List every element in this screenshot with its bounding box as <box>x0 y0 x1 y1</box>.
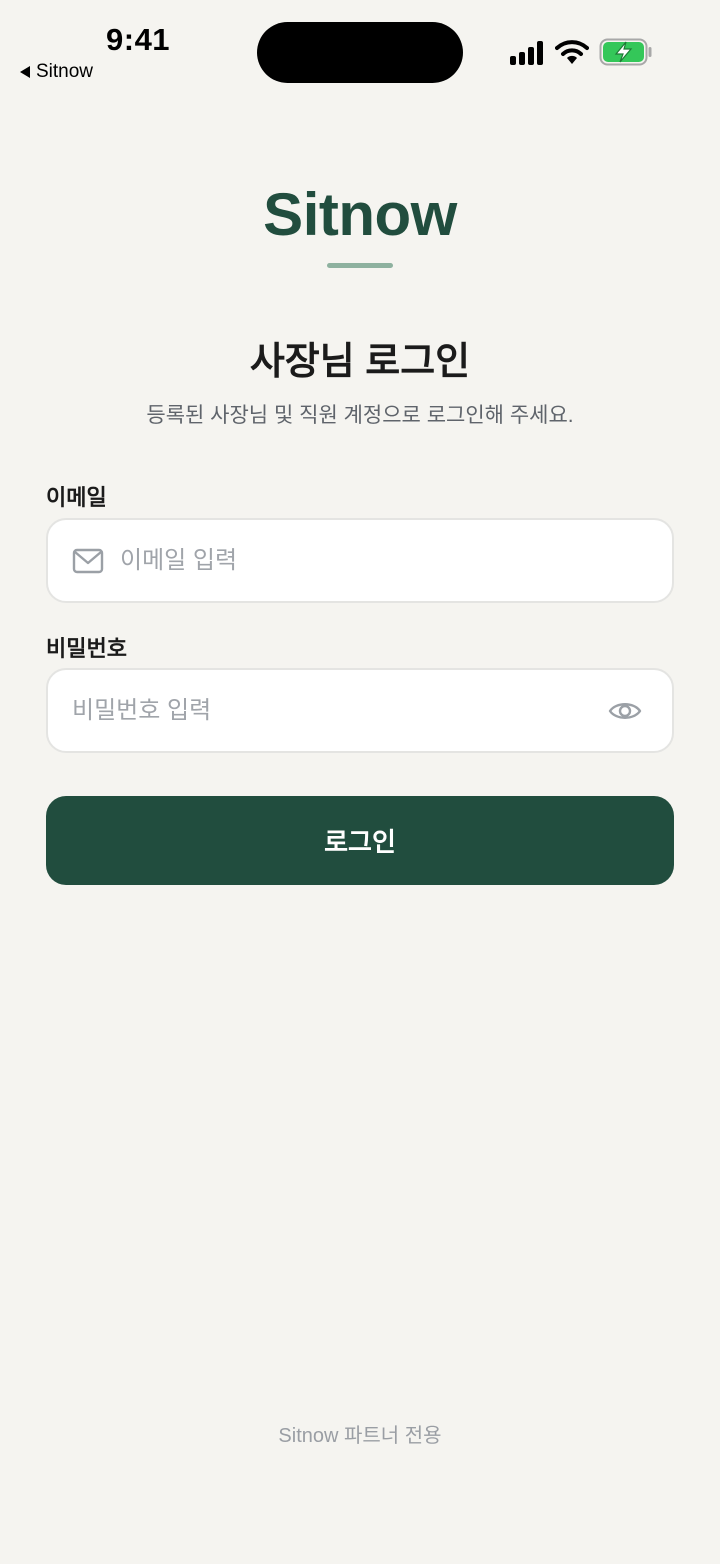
login-screen: 9:41 Sitnow Sitnow 사장님 로그인 등록된 사장님 및 직원 … <box>0 0 720 1564</box>
password-field-container <box>46 668 674 753</box>
email-label: 이메일 <box>46 485 107 510</box>
eye-icon[interactable] <box>608 699 642 723</box>
wifi-icon <box>555 40 589 64</box>
logo-underline <box>327 263 393 268</box>
password-label: 비밀번호 <box>46 636 127 661</box>
password-input[interactable] <box>72 670 608 751</box>
back-arrow-icon <box>20 66 30 78</box>
cellular-signal-icon <box>510 39 543 65</box>
email-input[interactable] <box>120 520 672 601</box>
brand-logo: Sitnow <box>263 181 457 248</box>
status-indicators <box>510 38 653 66</box>
dynamic-island <box>257 22 463 83</box>
back-link-label: Sitnow <box>36 61 94 82</box>
page-subtitle: 등록된 사장님 및 직원 계정으로 로그인해 주세요. <box>146 404 574 427</box>
battery-charging-icon <box>599 38 652 66</box>
mail-icon <box>72 548 104 574</box>
email-field-container <box>46 518 674 603</box>
page-title: 사장님 로그인 <box>249 341 471 383</box>
footer-note: Sitnow 파트너 전용 <box>278 1425 442 1447</box>
status-time: 9:41 <box>106 22 171 57</box>
login-button[interactable]: 로그인 <box>46 796 674 885</box>
back-to-app-link[interactable]: Sitnow <box>20 61 93 83</box>
